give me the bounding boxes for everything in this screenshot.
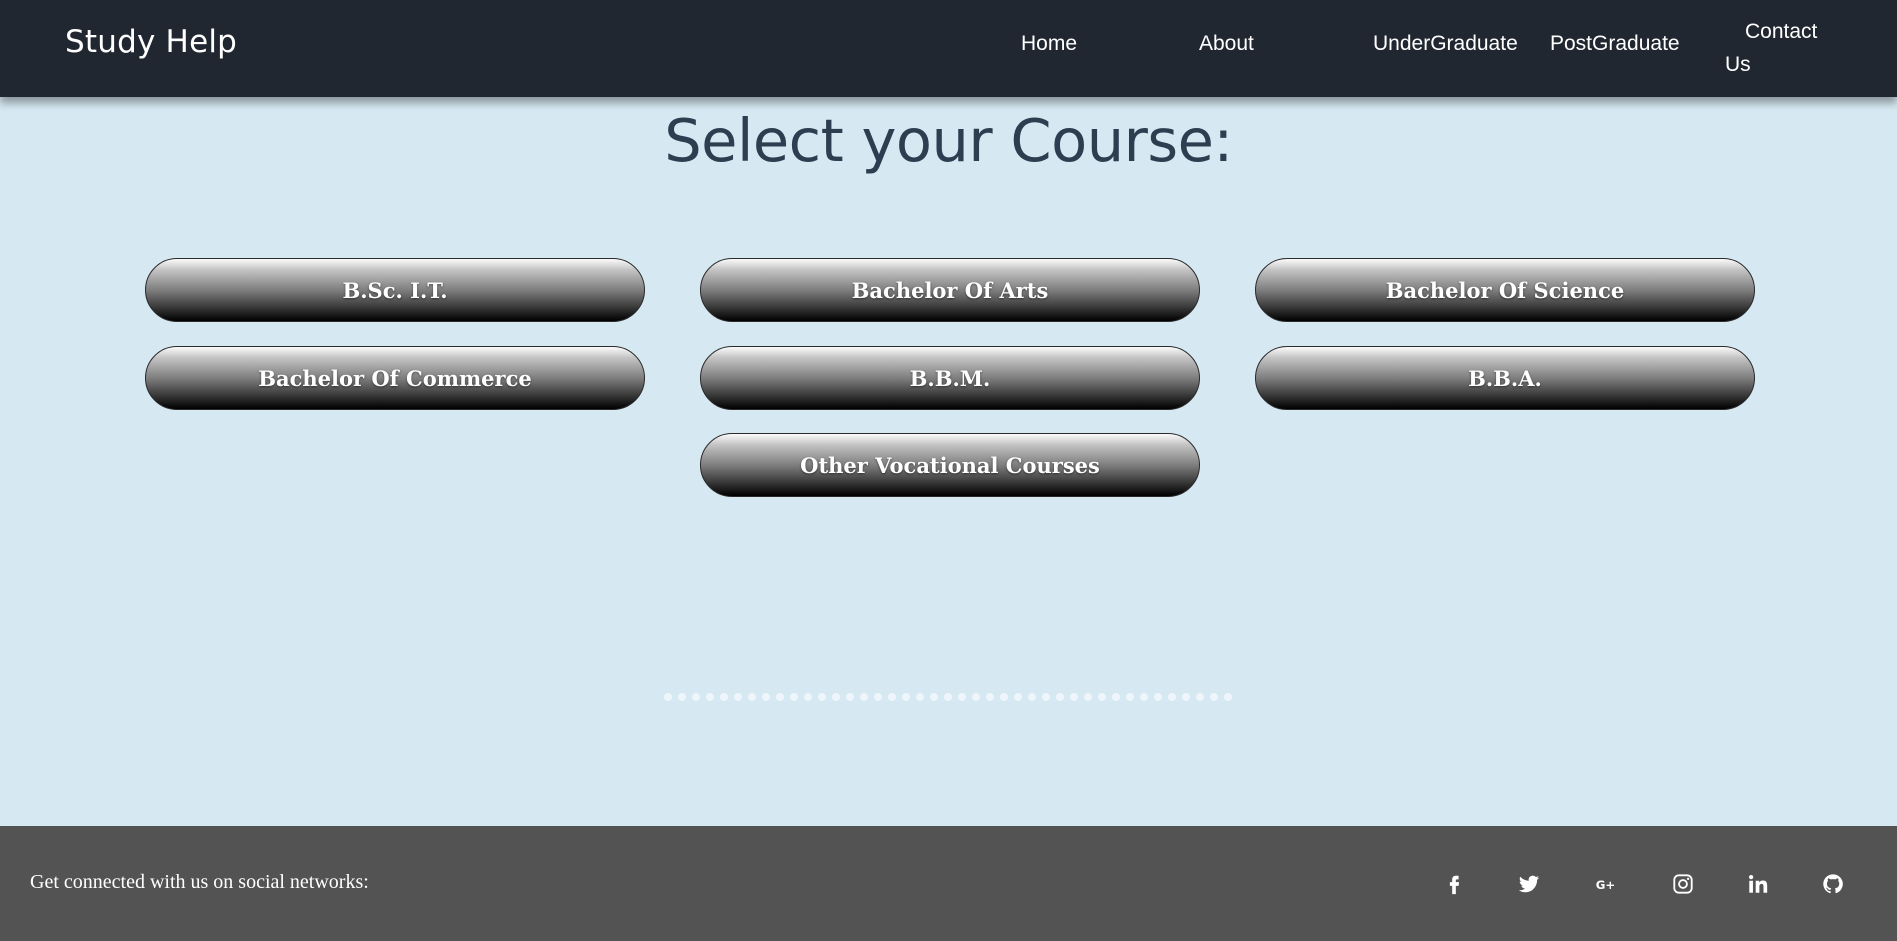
nav-undergraduate-link[interactable]: UnderGraduate — [1373, 32, 1518, 56]
course-button-bachelor-of-commerce[interactable]: Bachelor Of Commerce — [145, 346, 645, 410]
twitter-icon[interactable] — [1513, 868, 1545, 900]
divider-dot — [944, 693, 952, 701]
divider-dot — [1014, 693, 1022, 701]
footer-social-text: Get connected with us on social networks… — [30, 871, 369, 893]
divider-dot — [860, 693, 868, 701]
divider-dot — [748, 693, 756, 701]
divider-dot — [846, 693, 854, 701]
divider-dot — [804, 693, 812, 701]
instagram-icon[interactable] — [1667, 868, 1699, 900]
divider-dot — [720, 693, 728, 701]
divider-dot — [1098, 693, 1106, 701]
svg-text:G+: G+ — [1596, 878, 1615, 892]
divider-dot — [1168, 693, 1176, 701]
page-title: Select your Course: — [664, 106, 1233, 175]
nav-about-link[interactable]: About — [1199, 32, 1254, 56]
divider-dot — [972, 693, 980, 701]
divider-dot — [776, 693, 784, 701]
course-button-other-vocational[interactable]: Other Vocational Courses — [700, 433, 1200, 497]
nav-home-link[interactable]: Home — [1021, 32, 1077, 56]
divider-dot — [818, 693, 826, 701]
divider-dot — [1210, 693, 1218, 701]
navbar: Study Help Home About UnderGraduate Post… — [0, 0, 1897, 97]
divider-dot — [1126, 693, 1134, 701]
divider-dot — [762, 693, 770, 701]
divider-dot — [1196, 693, 1204, 701]
divider-dot — [1028, 693, 1036, 701]
github-icon[interactable] — [1817, 868, 1849, 900]
google-plus-icon[interactable]: G+ — [1590, 868, 1622, 900]
divider-dot — [930, 693, 938, 701]
divider-dot — [888, 693, 896, 701]
divider-dot — [706, 693, 714, 701]
divider-dot — [1056, 693, 1064, 701]
footer: Get connected with us on social networks… — [0, 826, 1897, 941]
divider-dot — [1000, 693, 1008, 701]
divider-dot — [832, 693, 840, 701]
course-button-bsc-it[interactable]: B.Sc. I.T. — [145, 258, 645, 322]
course-button-bba[interactable]: B.B.A. — [1255, 346, 1755, 410]
divider-dot — [1112, 693, 1120, 701]
divider-dot — [734, 693, 742, 701]
divider-dot — [986, 693, 994, 701]
linkedin-icon[interactable] — [1742, 868, 1774, 900]
divider-dot — [958, 693, 966, 701]
divider-dot — [1182, 693, 1190, 701]
divider-dot — [1070, 693, 1078, 701]
divider-dot — [1224, 693, 1232, 701]
nav-postgraduate-link[interactable]: PostGraduate — [1550, 32, 1680, 56]
divider-dot — [1084, 693, 1092, 701]
divider-dot — [790, 693, 798, 701]
divider-dot — [678, 693, 686, 701]
divider-dot — [916, 693, 924, 701]
divider-dot — [664, 693, 672, 701]
course-button-bachelor-of-arts[interactable]: Bachelor Of Arts — [700, 258, 1200, 322]
divider-dot — [1154, 693, 1162, 701]
course-button-bbm[interactable]: B.B.M. — [700, 346, 1200, 410]
facebook-icon[interactable] — [1438, 868, 1470, 900]
divider-dot — [692, 693, 700, 701]
course-button-bachelor-of-science[interactable]: Bachelor Of Science — [1255, 258, 1755, 322]
divider-dot — [874, 693, 882, 701]
dotted-divider — [664, 693, 1232, 701]
nav-contact-link[interactable]: Contact Us — [1725, 15, 1835, 81]
divider-dot — [1140, 693, 1148, 701]
brand-logo[interactable]: Study Help — [65, 24, 237, 60]
divider-dot — [1042, 693, 1050, 701]
divider-dot — [902, 693, 910, 701]
